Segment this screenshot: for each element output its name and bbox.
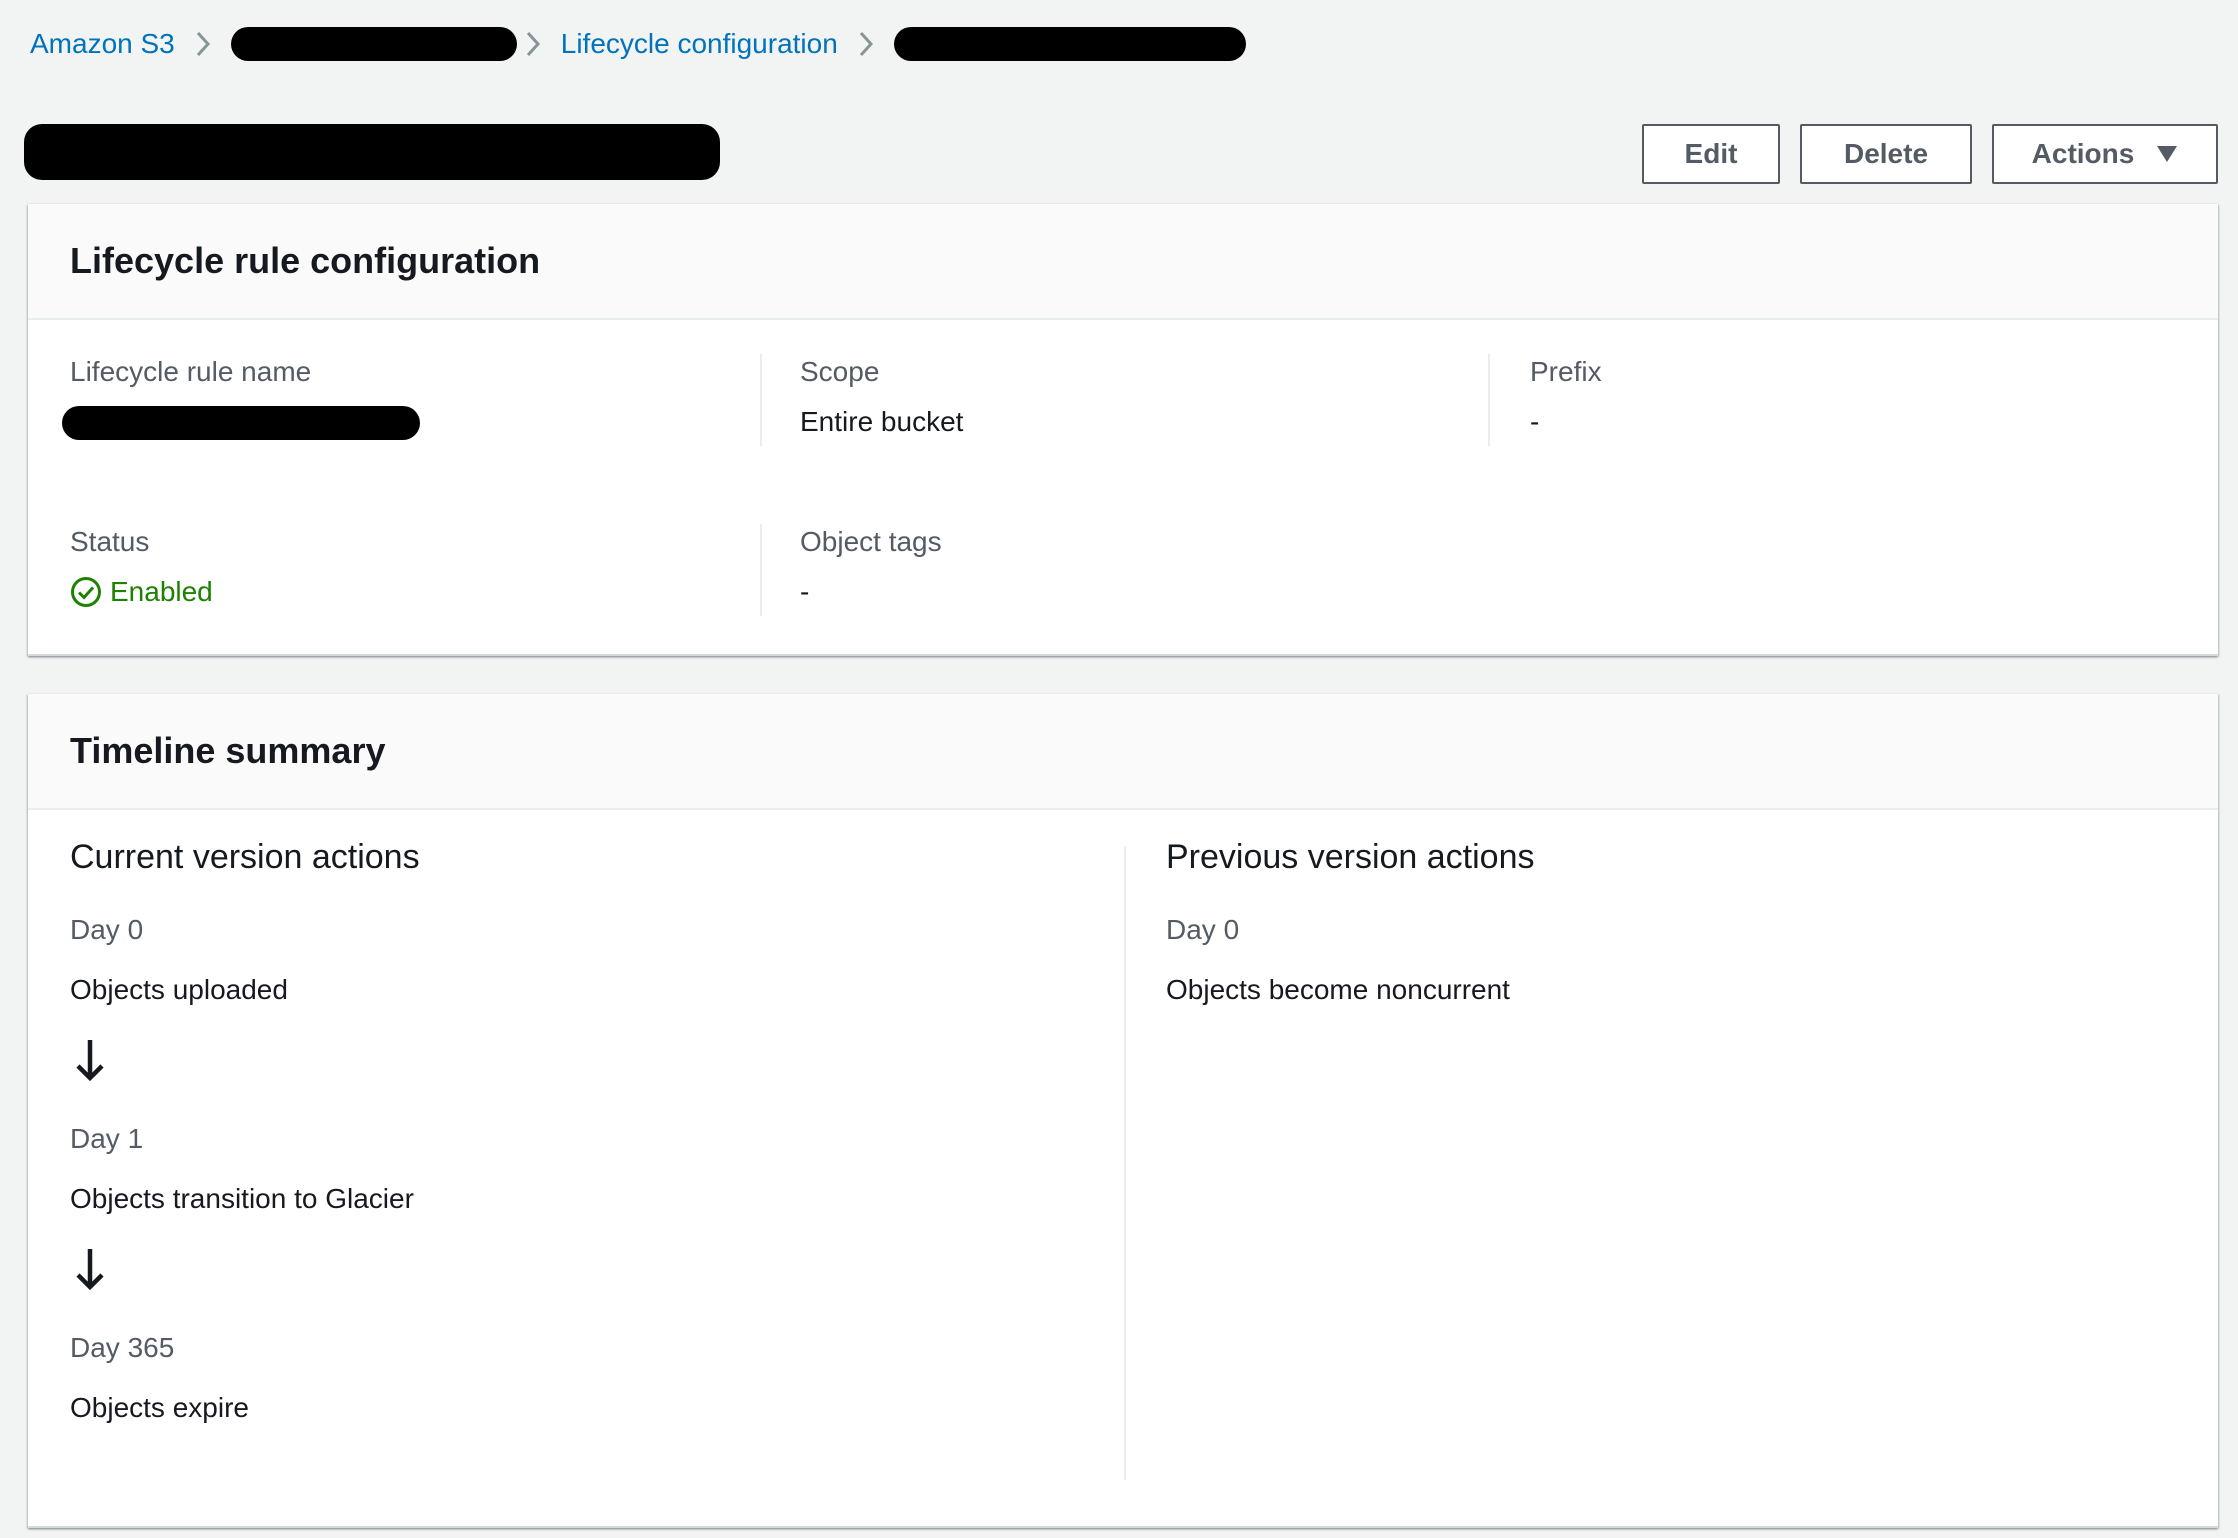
step-day: Day 0 [1166,914,1240,945]
divider [1488,354,1490,446]
column-divider [1124,846,1126,1480]
chevron-right-icon [175,24,231,64]
rule-name-value-redacted [62,406,420,440]
status-success-icon [71,577,101,607]
prefix-value: - [1530,406,1540,437]
breadcrumb-lifecycle-configuration[interactable]: Lifecycle configuration [561,28,838,60]
object-tags-field: Object tags - [800,524,942,610]
status-value: Enabled [70,574,213,610]
panel-title: Lifecycle rule configuration [70,240,541,281]
chevron-right-icon [517,24,549,64]
scope-label: Scope [800,356,880,387]
breadcrumb-bucket-redacted[interactable] [230,27,517,61]
arrow-down-icon [76,1040,104,1082]
object-tags-value: - [800,576,810,607]
rule-name-label: Lifecycle rule name [70,356,312,387]
step-day: Day 365 [70,1332,175,1363]
breadcrumb-rule-redacted [893,27,1246,61]
scope-field: Scope Entire bucket [800,354,963,440]
breadcrumb-amazon-s3[interactable]: Amazon S3 [30,28,175,60]
page-title-redacted [24,124,720,180]
actions-dropdown-button[interactable]: Actions [1992,124,2218,184]
current-version-actions: Current version actions Day 0 Objects up… [70,836,420,1426]
previous-version-heading: Previous version actions [1166,838,1535,876]
rule-name-field: Lifecycle rule name [62,354,420,445]
arrow-down-icon [76,1249,104,1291]
status-label: Status [70,526,150,557]
panel-header: Timeline summary [28,694,2218,810]
step-day: Day 0 [70,914,144,945]
status-text: Enabled [110,576,213,607]
step-day: Day 1 [70,1123,144,1154]
panel-title: Timeline summary [70,730,386,771]
chevron-right-icon [838,24,894,64]
breadcrumb: Amazon S3 Lifecycle configuration [30,24,1246,64]
prefix-field: Prefix - [1530,354,1602,440]
status-field: Status Enabled [70,524,213,610]
lifecycle-rule-configuration-panel: Lifecycle rule configuration Lifecycle r… [28,204,2218,656]
prefix-label: Prefix [1530,356,1602,387]
edit-button[interactable]: Edit [1642,124,1780,184]
step-text: Objects transition to Glacier [70,1183,414,1214]
divider [760,524,762,616]
current-version-heading: Current version actions [70,838,420,876]
step-text: Objects expire [70,1392,249,1423]
step-text: Objects become noncurrent [1166,974,1510,1005]
step-text: Objects uploaded [70,974,288,1005]
caret-down-icon [2157,146,2178,162]
divider [760,354,762,446]
panel-header: Lifecycle rule configuration [28,204,2218,320]
previous-version-actions: Previous version actions Day 0 Objects b… [1166,836,1535,1008]
timeline-summary-panel: Timeline summary Current version actions… [28,694,2218,1528]
scope-value: Entire bucket [800,406,964,437]
object-tags-label: Object tags [800,526,942,557]
page: Amazon S3 Lifecycle configuration Edit D… [0,0,2238,1538]
delete-button[interactable]: Delete [1800,124,1972,184]
